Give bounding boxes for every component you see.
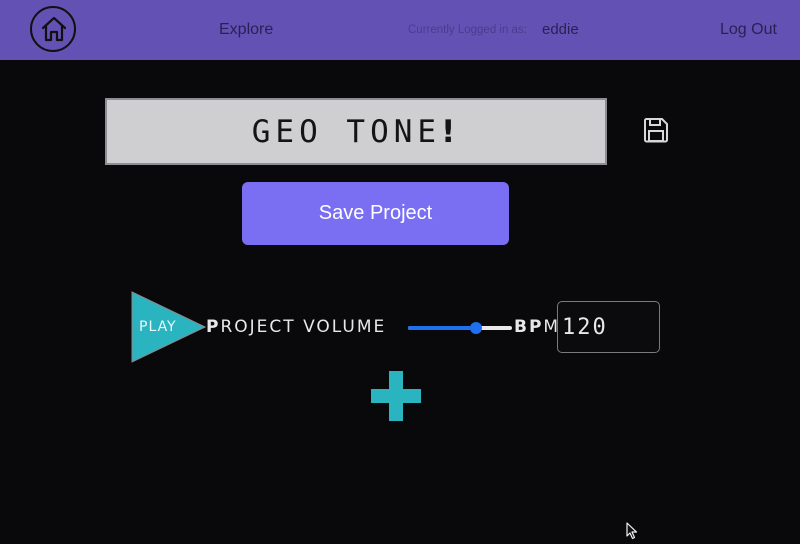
navbar: Explore Currently Logged in as: eddie Lo… [0,0,800,60]
home-icon [41,16,67,42]
project-volume-cap-p: P [206,317,221,337]
add-shape-button[interactable] [371,371,421,421]
bpm-input[interactable] [557,301,660,353]
project-title-exclaim: ! [441,113,461,150]
project-volume-cap-v: V [303,317,317,337]
bpm-label: BPM [514,317,560,337]
play-label: PLAY [139,319,177,335]
project-title: GEO TONE [251,113,442,150]
project-volume-text-2: OLUME [316,317,387,337]
volume-slider[interactable] [408,319,512,337]
plus-icon [371,371,421,421]
logged-in-label: Currently Logged in as: [408,24,527,36]
play-button[interactable]: PLAY [131,291,206,363]
bpm-label-bold: BP [514,317,544,337]
save-project-button[interactable]: Save Project [242,182,509,245]
save-icon-button[interactable] [642,116,670,144]
project-title-box[interactable]: GEO TONE ! [105,98,607,165]
home-button[interactable] [30,6,76,52]
floppy-disk-icon [644,118,668,143]
project-volume-text-1: ROJECT [220,317,304,337]
project-volume-label: PROJECT VOLUME [206,317,386,337]
volume-slider-fill [408,326,476,330]
mouse-pointer-icon [626,522,638,540]
username-label: eddie [542,21,579,38]
log-out-link[interactable]: Log Out [720,21,777,39]
nav-explore-link[interactable]: Explore [219,21,273,39]
volume-slider-thumb[interactable] [469,322,482,334]
